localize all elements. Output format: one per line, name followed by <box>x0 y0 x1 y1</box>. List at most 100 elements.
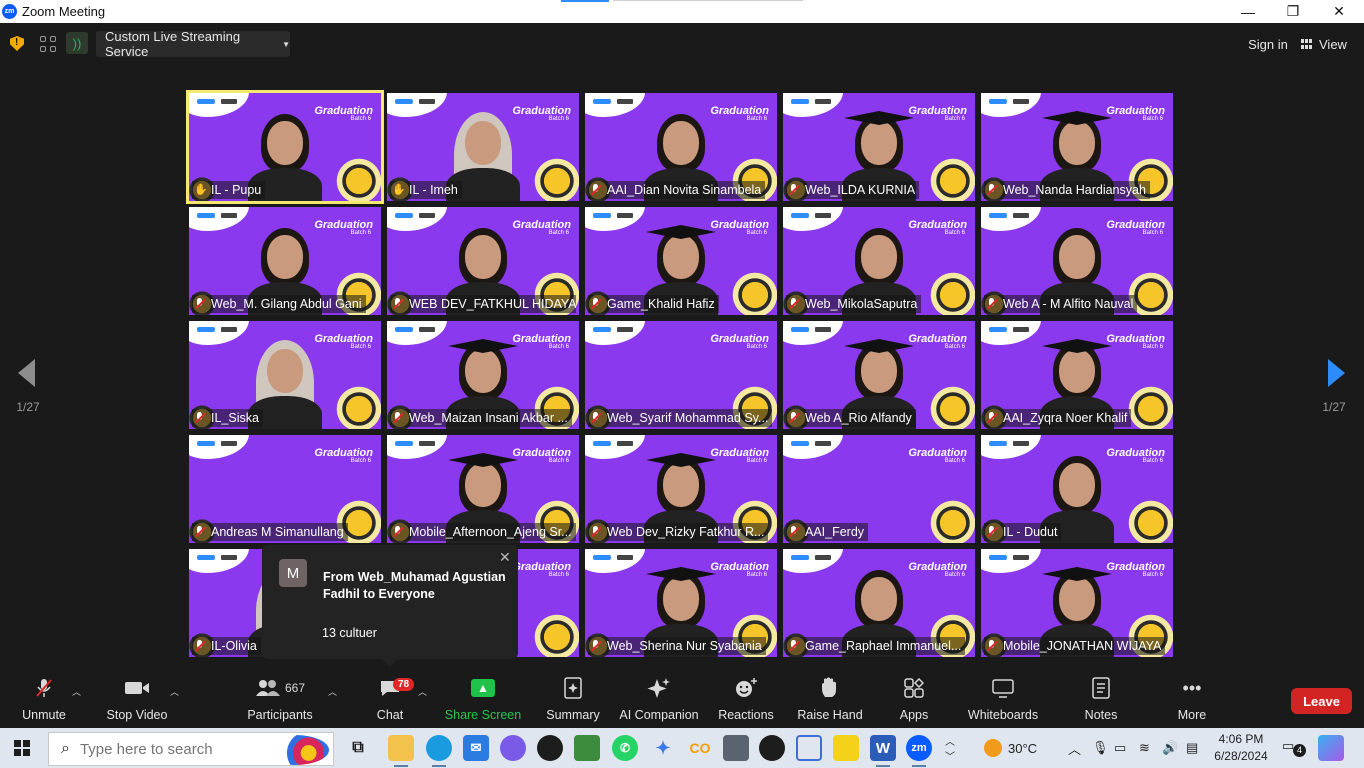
participant-video-tile[interactable]: Graduation Batch 6 Web_Sherina Nur Syabani… <box>585 549 777 657</box>
tile-partner-logo-icon <box>815 441 831 446</box>
tile-background-subtitle: Batch 6 <box>1142 344 1163 350</box>
summary-button[interactable]: Summary <box>544 673 602 728</box>
stop-video-button[interactable]: Stop Video <box>104 673 170 728</box>
edge-browser-icon[interactable] <box>426 735 452 767</box>
live-stream-icon[interactable]: )) <box>66 32 88 54</box>
video-options-chevron-icon[interactable]: ︿ <box>170 685 179 698</box>
wifi-tray-icon[interactable]: ≋ <box>1139 728 1150 768</box>
participant-video-tile[interactable]: Graduation Batch 6 Game_Raphael Immanuel..… <box>783 549 975 657</box>
file-explorer-icon[interactable] <box>388 735 414 767</box>
notification-center-icon[interactable]: ▭ 4 <box>1282 738 1306 758</box>
muted-mic-icon <box>194 640 206 652</box>
taskbar-search-box[interactable]: ⌕ <box>48 732 334 766</box>
tile-sunburst-decoration <box>1125 383 1173 429</box>
ai-companion-button[interactable]: AI Companion <box>619 673 699 728</box>
app-grid-icon[interactable] <box>40 36 56 52</box>
audio-options-chevron-icon[interactable]: ︿ <box>72 685 81 698</box>
participant-video-tile[interactable]: Graduation Batch 6 Mobile_JONATHAN WIJAYA <box>981 549 1173 657</box>
participant-video-tile[interactable]: Graduation Batch 6 WEB DEV_FATKHUL HIDAYAH <box>387 207 579 315</box>
participant-video-tile[interactable]: Graduation Batch 6 AAI_Zyqra Noer Khalif <box>981 321 1173 429</box>
previous-page-arrow-icon[interactable] <box>18 359 35 387</box>
notes-button[interactable]: Notes <box>1082 673 1120 728</box>
participant-video-tile[interactable]: Graduation Batch 6 Web_ILDA KURNIA <box>783 93 975 201</box>
participant-video-tile[interactable]: Graduation Batch 6 AAI_Dian Novita Sinambe… <box>585 93 777 201</box>
copilot-icon[interactable] <box>500 735 526 761</box>
mail-icon[interactable]: ✉ <box>463 735 489 761</box>
participant-video-tile[interactable]: Graduation Batch 6 ✋ IL - Imeh <box>387 93 579 201</box>
chevron-down-icon: ▼ <box>282 39 290 49</box>
chat-sender-line: From Web_Muhamad Agustian Fadhil to Ever… <box>323 570 506 601</box>
participant-video-tile[interactable]: Graduation Batch 6 Web A - M Alfito Nauval <box>981 207 1173 315</box>
microphone-tray-icon[interactable]: 🎙 <box>1092 728 1109 768</box>
popup-tail <box>382 659 398 667</box>
reactions-button[interactable]: Reactions <box>718 673 774 728</box>
participant-video-tile[interactable]: Graduation Batch 6 Web_MikolaSaputra <box>783 207 975 315</box>
participant-video-tile[interactable]: Graduation Batch 6 Web_Maizan Insani Akbar… <box>387 321 579 429</box>
participant-video-tile[interactable]: Graduation Batch 6 Web Dev_Rizky Fatkhur R… <box>585 435 777 543</box>
participant-name: AAI_Ferdy <box>805 525 865 539</box>
participant-video-tile[interactable]: Graduation Batch 6 Andreas M Simanullang <box>189 435 381 543</box>
participant-video-tile[interactable]: Graduation Batch 6 AAI_Ferdy <box>783 435 975 543</box>
face-shape <box>861 349 897 393</box>
participant-video-tile[interactable]: Graduation Batch 6 Web_Syarif Mohammad Sy.… <box>585 321 777 429</box>
zoom-taskbar-icon[interactable]: zm <box>906 735 932 767</box>
windows-start-icon[interactable] <box>14 740 30 756</box>
participant-video-tile[interactable]: Graduation Batch 6 Web_M. Gilang Abdul Gan… <box>189 207 381 315</box>
weather-widget[interactable]: 30°C <box>984 728 1037 768</box>
maximize-button[interactable]: ❐ <box>1270 0 1316 23</box>
tile-partner-logo-icon <box>221 99 237 104</box>
keyboard-tray-icon[interactable]: ▤ <box>1186 728 1198 768</box>
participant-video-tile[interactable]: Graduation Batch 6 Mobile_Afternoon_Ajeng … <box>387 435 579 543</box>
github-desktop-icon[interactable] <box>537 735 563 761</box>
next-page-arrow-icon[interactable] <box>1328 359 1345 387</box>
tray-scroll-chevron-icon[interactable]: ︿ ﹀ <box>945 728 955 768</box>
more-button[interactable]: ••• More <box>1174 673 1210 728</box>
remote-desktop-icon[interactable] <box>796 735 822 761</box>
participant-name: IL_Siska <box>211 411 259 425</box>
weather-temperature: 30°C <box>1008 740 1038 756</box>
participant-video-tile[interactable]: Graduation Batch 6 ✋ IL - Pupu <box>186 90 384 204</box>
github-icon[interactable] <box>759 735 785 761</box>
miro-icon[interactable] <box>833 735 859 761</box>
whiteboards-button[interactable]: Whiteboards <box>966 673 1040 728</box>
participant-video-tile[interactable]: Graduation Batch 6 IL_Siska <box>189 321 381 429</box>
live-streaming-dropdown[interactable]: Custom Live Streaming Service ▼ <box>96 29 290 59</box>
share-screen-button[interactable]: ▲ Share Screen <box>445 673 521 728</box>
participants-button[interactable]: 667 Participants <box>246 673 314 728</box>
tile-sunburst-decoration <box>729 269 777 315</box>
tile-partner-logo-icon <box>221 213 237 218</box>
image-viewer-icon[interactable] <box>574 735 600 761</box>
minimize-button[interactable]: — <box>1225 0 1271 23</box>
whatsapp-icon[interactable]: ✆ <box>612 735 638 761</box>
participant-video-tile[interactable]: Graduation Batch 6 Web_Nanda Hardiansyah <box>981 93 1173 201</box>
utility-app-icon[interactable] <box>723 735 749 761</box>
task-view-icon[interactable]: ⧉ <box>345 735 371 761</box>
close-popup-icon[interactable]: ✕ <box>499 549 511 566</box>
leave-button[interactable]: Leave <box>1291 688 1352 714</box>
word-icon[interactable]: W <box>870 735 896 767</box>
view-button[interactable]: View <box>1301 32 1357 56</box>
battery-tray-icon[interactable]: ▭ <box>1114 728 1126 768</box>
chat-options-chevron-icon[interactable]: ︿ <box>418 685 427 698</box>
chat-notification-popup[interactable]: M From Web_Muhamad Agustian Fadhil to Ev… <box>262 545 518 667</box>
security-shield-icon[interactable] <box>10 36 24 51</box>
tray-overflow-chevron-icon[interactable]: ︿ <box>1068 728 1081 768</box>
participant-video-tile[interactable]: Graduation Batch 6 Game_Khalid Hafiz <box>585 207 777 315</box>
windows-taskbar: ⌕ ⧉ ✉ ✆ ✦ CO W zm ︿﹀ 30°C ︿ 🎙 ▭ ≋ 🔊 ▤ 4:… <box>0 728 1364 768</box>
close-window-button[interactable]: ✕ <box>1316 0 1362 23</box>
sign-in-button[interactable]: Sign in <box>1244 32 1292 56</box>
volume-tray-icon[interactable]: 🔊 <box>1162 728 1178 768</box>
gemini-sparkle-icon[interactable]: ✦ <box>650 735 676 761</box>
unmute-button[interactable]: Unmute <box>18 673 70 728</box>
tile-partner-logo-icon <box>1013 555 1029 560</box>
copilot-pre-icon[interactable] <box>1318 735 1344 761</box>
apps-button[interactable]: Apps <box>896 673 932 728</box>
raise-hand-button[interactable]: Raise Hand <box>797 673 863 728</box>
participants-options-chevron-icon[interactable]: ︿ <box>328 685 337 698</box>
participant-video-tile[interactable]: Graduation Batch 6 Web A_Rio Alfandy <box>783 321 975 429</box>
cc-app-icon[interactable]: CO <box>687 735 713 761</box>
participant-video-tile[interactable]: Graduation Batch 6 IL - Dudut <box>981 435 1173 543</box>
participant-name: Mobile_Afternoon_Ajeng Sr... <box>409 525 572 539</box>
taskbar-search-input[interactable] <box>79 740 250 758</box>
taskbar-clock[interactable]: 4:06 PM 6/28/2024 <box>1208 731 1274 765</box>
